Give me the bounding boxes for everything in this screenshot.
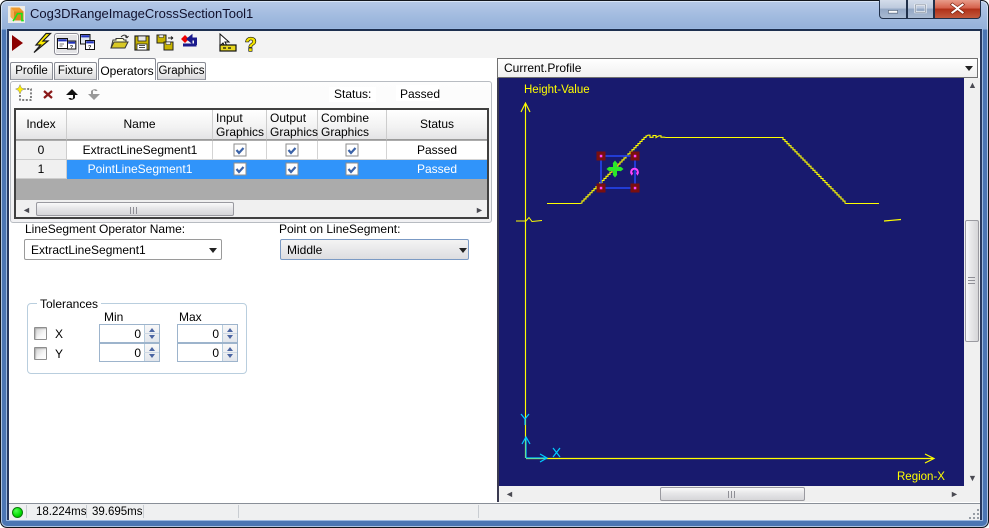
svg-text:Region-X: Region-X <box>897 471 945 483</box>
svg-text:Height-Value: Height-Value <box>524 84 590 96</box>
svg-text:?: ? <box>245 35 257 56</box>
